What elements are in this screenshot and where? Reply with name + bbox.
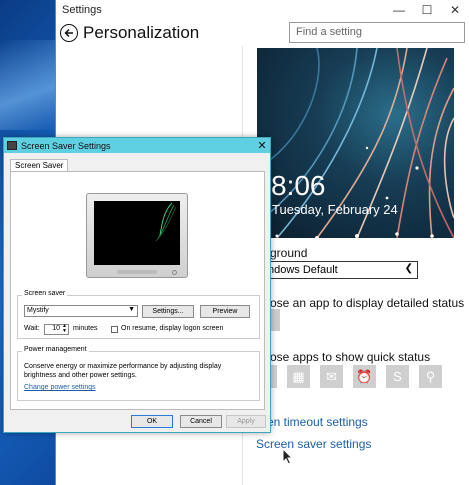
cancel-button[interactable]: Cancel xyxy=(180,415,222,428)
background-dropdown-value: ndows Default xyxy=(268,264,338,276)
monitor-preview xyxy=(86,193,188,278)
lock-screen-time: 8:06 xyxy=(271,170,326,201)
spin-arrows-icon: ▲ ▼ xyxy=(62,323,67,334)
screen-saver-group-label: Screen saver xyxy=(22,290,68,297)
screen-saver-group: Screen saver Mystify ▼ Settings... Previ… xyxy=(17,290,260,339)
mail-icon[interactable]: ✉ xyxy=(320,365,343,388)
mouse-cursor-icon xyxy=(282,448,294,465)
search-input[interactable]: Find a setting xyxy=(289,22,465,43)
resume-logon-label: On resume, display logon screen xyxy=(121,325,224,332)
power-management-group: Power management Conserve energy or maxi… xyxy=(17,346,260,401)
apply-button[interactable]: Apply xyxy=(226,415,266,428)
quick-status-label: ose apps to show quick status xyxy=(270,350,431,364)
power-group-label: Power management xyxy=(22,346,89,353)
wait-minutes-stepper[interactable]: 10 ▲ ▼ xyxy=(44,324,69,335)
ok-button[interactable]: OK xyxy=(131,415,173,428)
screen-saver-settings-link[interactable]: Screen saver settings xyxy=(256,437,371,451)
search-icon[interactable]: ⚲ xyxy=(419,365,442,388)
screen-saver-dialog: Screen Saver Settings ✕ Screen Saver Scr… xyxy=(3,137,271,433)
change-power-settings-link[interactable]: Change power settings xyxy=(24,384,96,391)
chevron-down-icon: ▼ xyxy=(128,306,135,313)
page-title: Personalization xyxy=(83,23,200,42)
screen-saver-panel: Screen saver Mystify ▼ Settings... Previ… xyxy=(10,171,265,410)
lock-screen-date: Tuesday, February 24 xyxy=(272,202,398,217)
wait-label: Wait: xyxy=(24,325,40,332)
power-description: Conserve energy or maximize performance … xyxy=(24,363,222,379)
background-dropdown[interactable]: ndows Default ❮ xyxy=(261,261,418,279)
back-button[interactable] xyxy=(60,24,78,42)
minutes-label: minutes xyxy=(73,325,98,332)
mystify-preview-image xyxy=(155,202,177,242)
maximize-button[interactable]: ☐ xyxy=(413,0,441,20)
minimize-button[interactable]: — xyxy=(385,0,413,20)
alarm-icon[interactable]: ⏰ xyxy=(353,365,376,388)
monitor-base xyxy=(117,270,157,274)
window-title: Settings xyxy=(62,4,102,16)
wait-value: 10 xyxy=(52,325,60,332)
settings-header: Personalization Find a setting xyxy=(56,20,469,46)
preview-screen xyxy=(94,201,180,265)
detailed-status-label: ose an app to display detailed status xyxy=(270,296,465,310)
back-arrow-icon xyxy=(64,28,73,38)
chevron-down-icon: ❮ xyxy=(404,263,413,274)
desktop-light-streak xyxy=(0,40,56,130)
dialog-close-button[interactable]: ✕ xyxy=(254,139,270,152)
search-placeholder: Find a setting xyxy=(296,26,363,38)
background-label: ground xyxy=(270,246,308,260)
monitor-icon xyxy=(7,141,17,150)
screen-saver-select[interactable]: Mystify ▼ xyxy=(24,305,138,317)
calendar-icon[interactable]: ▦ xyxy=(287,365,310,388)
skype-icon[interactable]: S xyxy=(386,365,409,388)
close-button[interactable]: ✕ xyxy=(441,0,469,20)
lock-screen-preview: 8:06 Tuesday, February 24 xyxy=(257,48,454,238)
preview-button[interactable]: Preview xyxy=(200,305,250,318)
resume-logon-checkbox[interactable] xyxy=(111,326,118,333)
quick-status-apps: ▦ ✉ ⏰ S ⚲ xyxy=(261,365,442,388)
settings-button[interactable]: Settings... xyxy=(142,305,194,318)
settings-titlebar: Settings — ☐ ✕ xyxy=(56,0,469,20)
dialog-title: Screen Saver Settings xyxy=(21,140,111,151)
power-led-icon xyxy=(172,270,177,275)
screen-timeout-settings-link[interactable]: en timeout settings xyxy=(267,415,368,429)
screen-saver-select-value: Mystify xyxy=(27,307,49,314)
dialog-titlebar: Screen Saver Settings ✕ xyxy=(4,138,270,153)
